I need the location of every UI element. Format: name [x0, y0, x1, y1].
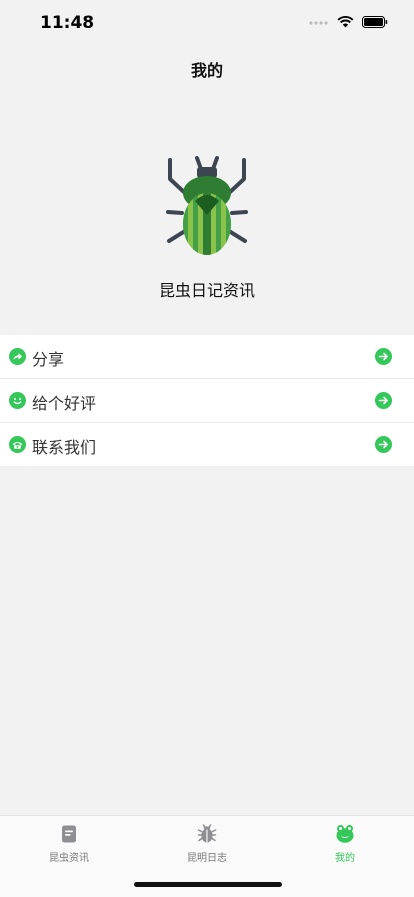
- menu-item-label: 联系我们: [32, 438, 97, 457]
- tab-mine[interactable]: 我的: [276, 824, 414, 864]
- smile-icon: [9, 392, 26, 409]
- status-bar: 11:48: [0, 0, 414, 46]
- menu-item-label: 分享: [32, 350, 65, 369]
- home-indicator: [134, 882, 282, 887]
- tab-label: 昆虫资讯: [49, 853, 89, 864]
- tab-label: 昆明日志: [187, 853, 227, 864]
- menu-item-rate[interactable]: 给个好评: [0, 379, 414, 423]
- menu-item-share[interactable]: 分享: [0, 335, 414, 379]
- tab-insect-news[interactable]: 昆虫资讯: [0, 824, 138, 864]
- page-title: 我的: [190, 61, 223, 80]
- beetle-logo-icon: [157, 149, 257, 259]
- wifi-icon: [337, 16, 354, 28]
- app-name: 昆虫日记资讯: [158, 281, 255, 300]
- bug-icon: [197, 824, 217, 843]
- settings-menu: 分享 给个好评 联系我们: [0, 335, 414, 466]
- signal-icon: [309, 21, 328, 25]
- battery-icon: [362, 16, 388, 28]
- tab-label: 我的: [335, 853, 355, 864]
- arrow-right-icon: [375, 392, 392, 409]
- share-icon: [9, 348, 26, 365]
- frog-icon: [336, 825, 354, 843]
- arrow-right-icon: [375, 348, 392, 365]
- document-icon: [62, 825, 76, 843]
- arrow-right-icon: [375, 436, 392, 453]
- menu-item-label: 给个好评: [32, 394, 97, 413]
- status-indicators: [309, 16, 388, 28]
- tab-kunming-journal[interactable]: 昆明日志: [138, 824, 276, 864]
- menu-item-contact[interactable]: 联系我们: [0, 423, 414, 466]
- phone-icon: [9, 436, 26, 453]
- status-time: 11:48: [40, 13, 95, 33]
